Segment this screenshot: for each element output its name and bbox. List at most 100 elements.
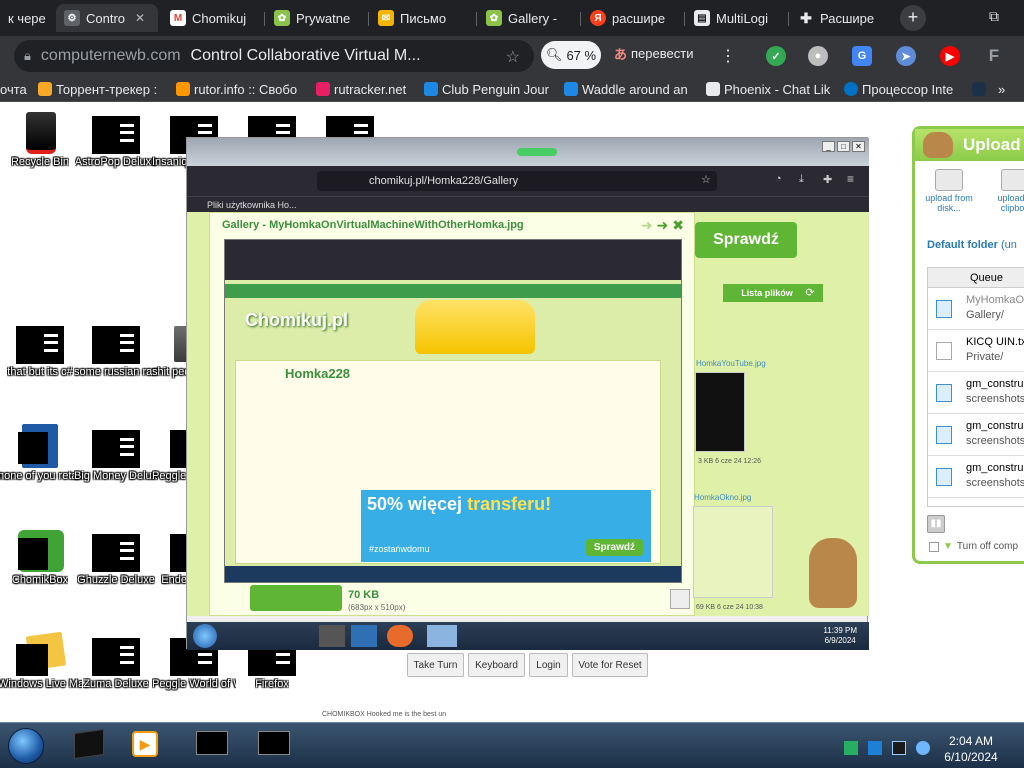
tray-sync-icon[interactable] bbox=[844, 741, 858, 755]
taskbar-app-icon[interactable] bbox=[258, 731, 290, 761]
bookmark-rutracker[interactable]: rutracker.net bbox=[316, 80, 416, 98]
next-icon[interactable]: ➜ bbox=[657, 217, 669, 234]
pocket-icon[interactable]: ◔ bbox=[775, 173, 782, 185]
app-icon[interactable] bbox=[351, 625, 377, 647]
star-icon[interactable]: ☆ bbox=[701, 173, 711, 186]
tab-prywatne[interactable]: ✿ Prywatne bbox=[266, 4, 366, 32]
upload-from-disk-label: upload from disk... bbox=[925, 193, 973, 213]
maximize-icon[interactable]: □ bbox=[837, 141, 850, 152]
bookmarks-overflow-icon[interactable]: » bbox=[998, 80, 1018, 98]
queue-row[interactable]: MyHomkaO Gallery/ bbox=[928, 288, 1024, 330]
thumbnail[interactable]: HomkaOkno.jpg 69 KB 6 cze 24 10:38 bbox=[693, 493, 773, 611]
tab-search-icon[interactable]: ⧉ bbox=[984, 8, 1004, 28]
desktop-icon[interactable]: that but its c# bbox=[0, 320, 80, 379]
translate-ext-icon[interactable]: G bbox=[852, 46, 872, 66]
tab-extensions[interactable]: ✚ Расширe bbox=[790, 4, 890, 32]
keyboard-button[interactable]: Keyboard bbox=[468, 653, 525, 677]
mail-icon: ✉ bbox=[378, 10, 394, 26]
upload-from-disk-button[interactable]: upload from disk... bbox=[919, 169, 979, 213]
bookmark-intel[interactable]: Процессор Inte bbox=[844, 80, 960, 98]
tab-gallery[interactable]: ✿ Gallery - bbox=[478, 4, 578, 32]
upload-from-clipboard-button[interactable]: upload fr clipboa bbox=[985, 169, 1024, 213]
desktop-icon[interactable]: Ghuzzle Deluxe bbox=[76, 528, 156, 587]
pause-button[interactable]: ▮▮ bbox=[927, 515, 945, 533]
close-icon[interactable]: ✕ bbox=[852, 141, 865, 152]
bookmark-mail[interactable]: очта bbox=[0, 80, 34, 98]
firefox-icon[interactable] bbox=[319, 625, 345, 647]
tray-shield-icon[interactable] bbox=[868, 741, 882, 755]
menu-icon[interactable]: ≡ bbox=[847, 172, 854, 186]
fullscreen-icon[interactable] bbox=[670, 589, 690, 609]
desktop-icon[interactable]: Recycle Bin bbox=[0, 110, 80, 169]
take-turn-button[interactable]: Take Turn bbox=[407, 653, 464, 677]
refresh-icon[interactable]: ⟳ bbox=[797, 284, 823, 302]
default-folder[interactable]: Default folder (un bbox=[927, 239, 1017, 251]
bookmark-torrent[interactable]: Торрент-трекер : bbox=[38, 80, 166, 98]
desktop-icon[interactable]: none of you retards kno... bbox=[0, 424, 82, 483]
bookmark-club-penguin[interactable]: Club Penguin Jour bbox=[424, 80, 552, 98]
tab-yandex[interactable]: Я расшире bbox=[582, 4, 682, 32]
address-bar[interactable]: 🔒︎ computernewb.com Control Collaborativ… bbox=[14, 40, 534, 72]
vote-reset-button[interactable]: Vote for Reset bbox=[572, 653, 648, 677]
app-shortcut-icon bbox=[16, 320, 64, 364]
media-player-icon[interactable]: ▶ bbox=[132, 731, 164, 761]
bookmark-waddle[interactable]: Waddle around an bbox=[564, 80, 692, 98]
start-orb-icon[interactable] bbox=[193, 624, 217, 648]
youtube-icon[interactable]: ▶ bbox=[940, 46, 960, 66]
tab-chomikuj[interactable]: M Chomikuj bbox=[162, 4, 262, 32]
translate-button[interactable]: あ перевести bbox=[614, 44, 693, 63]
zoom-indicator[interactable]: 🔍︎ 67 % bbox=[541, 41, 601, 69]
font-icon[interactable]: F bbox=[984, 46, 1004, 66]
bookmark-label: Phoenix - Chat Lik bbox=[724, 81, 831, 97]
firefox-url-bar[interactable]: chomikuj.pl/Homka228/Gallery bbox=[317, 171, 717, 191]
desktop-icon[interactable]: AstroPop Deluxe bbox=[75, 110, 157, 169]
minimize-icon[interactable]: _ bbox=[822, 141, 835, 152]
app-icon[interactable] bbox=[427, 625, 457, 647]
firefox-icon[interactable] bbox=[387, 625, 413, 647]
system-clock[interactable]: 2:04 AM 6/10/2024 bbox=[940, 733, 1002, 765]
download-button[interactable] bbox=[250, 585, 342, 611]
desktop-icon[interactable]: Big Money Deluxe bbox=[74, 424, 158, 483]
site-info-icon[interactable]: 🔒︎ bbox=[24, 48, 31, 64]
queue-row[interactable]: gm_constru screenshots bbox=[928, 414, 1024, 456]
cookie-icon[interactable]: ● bbox=[808, 46, 828, 66]
taskbar-app-icon[interactable] bbox=[196, 731, 228, 761]
bookmark-rutor[interactable]: rutor.info :: Свобо bbox=[176, 80, 304, 98]
queue-row[interactable]: KICQ UIN.tx Private/ bbox=[928, 330, 1024, 372]
download-icon[interactable]: ⤓ bbox=[799, 173, 804, 186]
queue-row[interactable]: gm_constru screenshots bbox=[928, 372, 1024, 414]
shield-check-icon[interactable]: ✓ bbox=[766, 46, 786, 66]
queue-row[interactable]: gm_constru screenshots bbox=[928, 456, 1024, 498]
thumbnail[interactable]: HomkaYouTube.jpg 3 KB 6 cze 24 12:26 bbox=[695, 359, 766, 465]
desktop-icon[interactable]: ChomikBox bbox=[0, 528, 80, 587]
bookmark-star-icon[interactable]: ☆ bbox=[506, 47, 520, 67]
turn-off-checkbox[interactable]: ▼ Turn off comp bbox=[929, 541, 1018, 552]
start-button[interactable] bbox=[8, 728, 44, 764]
tab-multilogin[interactable]: ▤ MultiLogi bbox=[686, 4, 786, 32]
vm-clock-date: 6/9/2024 bbox=[824, 636, 856, 645]
extensions-icon[interactable]: ✚ bbox=[823, 173, 832, 186]
login-button[interactable]: Login bbox=[529, 653, 568, 677]
vm-browser-window[interactable]: _ □ ✕ chomikuj.pl/Homka228/Gallery ☆ ◔ ⤓… bbox=[186, 137, 869, 650]
sprawdz-button[interactable]: Sprawdź bbox=[695, 222, 797, 258]
desktop-icon[interactable]: Zuma Deluxe bbox=[76, 632, 156, 691]
tab-mail[interactable]: к черe bbox=[0, 4, 52, 32]
close-tab-icon[interactable]: ✕ bbox=[135, 11, 145, 25]
prev-icon[interactable]: ➜ bbox=[641, 217, 653, 234]
bookmark-more[interactable] bbox=[972, 80, 986, 98]
bookmark-item[interactable]: Pliki użytkownika Ho... bbox=[207, 200, 297, 210]
desktop-icon[interactable]: Windows Live Mail bbox=[0, 631, 82, 691]
bookmark-phoenix[interactable]: Phoenix - Chat Lik bbox=[706, 80, 834, 98]
close-icon[interactable]: ✖ bbox=[672, 217, 684, 234]
volume-icon[interactable] bbox=[916, 741, 930, 755]
new-tab-button[interactable]: + bbox=[900, 5, 926, 31]
checkbox[interactable] bbox=[929, 541, 939, 552]
desktop-icon[interactable]: some russian ran a rat bbox=[74, 320, 158, 379]
network-icon[interactable] bbox=[892, 741, 906, 755]
tab-pismo[interactable]: ✉ Письмо bbox=[370, 4, 474, 32]
omnibox-menu-icon[interactable]: ⋮ bbox=[720, 46, 736, 66]
taskbar-app-icon[interactable] bbox=[74, 728, 106, 761]
gallery-image[interactable]: Chomikuj.pl Homka228 50% więcej transfer… bbox=[224, 239, 682, 583]
tab-control[interactable]: ⚙ Contro ✕ bbox=[56, 4, 158, 32]
cursor-icon[interactable]: ➤ bbox=[896, 46, 916, 66]
